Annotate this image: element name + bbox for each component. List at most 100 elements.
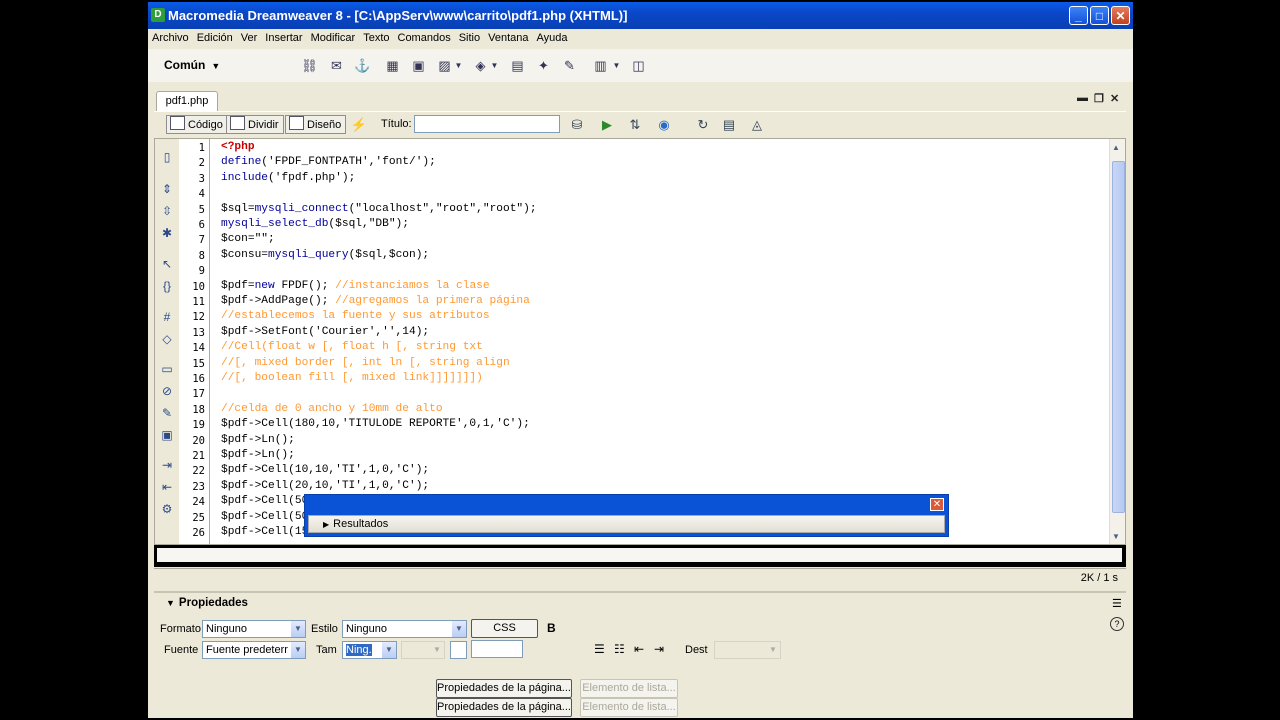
collapse-full-tag-icon[interactable]: ⇕ xyxy=(159,181,175,197)
code-line: $pdf->Cell(50 xyxy=(221,494,308,509)
menu-insertar[interactable]: Insertar xyxy=(261,29,306,44)
split-view-button[interactable]: Dividir xyxy=(226,115,284,134)
scrollbar-thumb[interactable] xyxy=(1112,161,1125,513)
help-icon[interactable]: ? xyxy=(1110,617,1124,631)
comment-icon[interactable]: ✎ xyxy=(561,57,578,74)
preview-browser-icon[interactable]: ◉ xyxy=(655,116,673,134)
open-documents-icon[interactable]: ▯ xyxy=(159,149,175,165)
horizontal-scrollbar[interactable] xyxy=(157,548,1122,562)
line-number: 19 xyxy=(192,419,205,432)
format-select[interactable]: Ninguno ▼ xyxy=(202,620,306,638)
validate-markup-icon[interactable]: ▶ xyxy=(598,116,616,134)
chevron-down-icon: ▼ xyxy=(166,598,175,608)
bold-button[interactable]: B xyxy=(547,621,556,635)
date-icon[interactable]: ▤ xyxy=(509,57,526,74)
file-management-icon[interactable]: ⇅ xyxy=(626,116,644,134)
menu-sitio[interactable]: Sitio xyxy=(455,29,484,44)
chevron-down-icon[interactable]: ▼ xyxy=(608,57,625,74)
close-button[interactable]: ✕ xyxy=(1111,6,1130,25)
scroll-up-icon[interactable]: ▲ xyxy=(1112,143,1120,152)
recent-snippets-icon[interactable]: ▣ xyxy=(159,427,175,443)
check-browser-icon[interactable]: ⛁ xyxy=(568,116,586,134)
text-color-field[interactable] xyxy=(471,640,523,658)
table-icon[interactable]: ▦ xyxy=(384,57,401,74)
unordered-list-icon[interactable]: ☰ xyxy=(594,642,605,656)
remove-comment-icon[interactable]: ⊘ xyxy=(159,383,175,399)
outdent-code-icon[interactable]: ⇤ xyxy=(159,479,175,495)
hyperlink-icon[interactable]: ⛓ xyxy=(301,57,318,74)
live-data-icon[interactable]: ⚡ xyxy=(350,116,368,134)
dest-label: Dest xyxy=(685,644,708,656)
highlight-invalid-code-icon[interactable]: ◇ xyxy=(159,331,175,347)
font-select[interactable]: Fuente predeterr ▼ xyxy=(202,641,306,659)
menu-ayuda[interactable]: Ayuda xyxy=(532,29,571,44)
properties-header[interactable]: ▼ Propiedades xyxy=(166,597,248,609)
vertical-scrollbar[interactable]: ▲ ▼ xyxy=(1109,139,1125,544)
named-anchor-icon[interactable]: ⚓ xyxy=(354,57,371,74)
results-panel-header[interactable]: ▶ Resultados xyxy=(308,515,945,533)
layer-icon[interactable]: ▣ xyxy=(410,57,427,74)
style-select[interactable]: Ninguno ▼ xyxy=(342,620,467,638)
size-select[interactable]: Ning. ▼ xyxy=(342,641,397,659)
font-label: Fuente xyxy=(164,644,199,656)
templates-icon[interactable]: ▥ xyxy=(592,57,609,74)
document-close-icon[interactable]: ✕ xyxy=(1110,92,1119,105)
apply-comment-icon[interactable]: ▭ xyxy=(159,361,175,377)
text-color-picker[interactable] xyxy=(450,641,467,659)
css-button[interactable]: CSS xyxy=(471,619,538,638)
chevron-down-icon: ▼ xyxy=(291,621,305,637)
menu-ver[interactable]: Ver xyxy=(237,29,262,44)
server-side-include-icon[interactable]: ✦ xyxy=(535,57,552,74)
menu-modificar[interactable]: Modificar xyxy=(307,29,360,44)
window-title: Macromedia Dreamweaver 8 - [C:\AppServ\w… xyxy=(168,8,628,23)
wrap-tag-icon[interactable]: ✎ xyxy=(159,405,175,421)
size-label: Tam xyxy=(316,644,337,656)
balance-braces-icon[interactable]: {} xyxy=(159,278,175,294)
code-token: $pdf->AddPage(); xyxy=(221,295,336,307)
chevron-down-icon[interactable]: ▼ xyxy=(450,57,467,74)
code-token: mysqli_connect xyxy=(254,202,349,215)
expand-all-icon[interactable]: ✱ xyxy=(159,225,175,241)
menu-comandos[interactable]: Comandos xyxy=(394,29,455,44)
document-tab[interactable]: pdf1.php xyxy=(156,91,218,111)
visual-aids-icon[interactable]: ◬ xyxy=(748,116,766,134)
minimize-button[interactable]: _ xyxy=(1069,6,1088,25)
view-options-icon[interactable]: ▤ xyxy=(720,116,738,134)
document-restore-icon[interactable]: ❐ xyxy=(1094,92,1104,105)
menu-archivo[interactable]: Archivo xyxy=(148,29,193,44)
design-view-button[interactable]: Diseño xyxy=(285,115,347,134)
outdent-icon[interactable]: ⇤ xyxy=(634,642,644,656)
code-editor[interactable]: ▯ ⇕ ⇳ ✱ ↖ {} # ◇ ▭ ⊘ ✎ ▣ ⇥ ⇤ ⚙ 123456789… xyxy=(154,138,1126,545)
document-minimize-icon[interactable]: ▬ xyxy=(1077,92,1088,104)
chevron-down-icon[interactable]: ▼ xyxy=(486,57,503,74)
line-numbers-icon[interactable]: # xyxy=(159,309,175,325)
email-link-icon[interactable]: ✉ xyxy=(328,57,345,74)
indent-icon[interactable]: ⇥ xyxy=(654,642,664,656)
code-line: $pdf->Cell(20,10,'TI',1,0,'C'); xyxy=(221,479,429,494)
menu-edicion[interactable]: Edición xyxy=(193,29,237,44)
results-close-button[interactable]: ✕ xyxy=(930,498,944,511)
ordered-list-icon[interactable]: ☷ xyxy=(614,642,625,656)
design-view-icon xyxy=(289,116,304,130)
scroll-down-icon[interactable]: ▼ xyxy=(1112,532,1120,541)
insert-category-dropdown[interactable]: Común ▼ xyxy=(164,58,220,72)
select-parent-tag-icon[interactable]: ↖ xyxy=(159,256,175,272)
title-input[interactable] xyxy=(414,115,560,133)
refresh-icon[interactable]: ↻ xyxy=(694,116,712,134)
page-properties-button-2[interactable]: Propiedades de la página... xyxy=(436,698,572,717)
menu-texto[interactable]: Texto xyxy=(359,29,393,44)
size-unit-select: ▼ xyxy=(401,641,445,659)
results-panel-floating[interactable]: ✕ ▶ Resultados xyxy=(304,494,949,537)
maximize-button[interactable]: □ xyxy=(1090,6,1109,25)
format-label: Formato xyxy=(160,623,201,635)
menu-ventana[interactable]: Ventana xyxy=(484,29,532,44)
page-properties-button[interactable]: Propiedades de la página... xyxy=(436,679,572,698)
format-source-code-icon[interactable]: ⚙ xyxy=(159,501,175,517)
code-view-icon xyxy=(170,116,185,130)
collapse-selection-icon[interactable]: ⇳ xyxy=(159,203,175,219)
indent-code-icon[interactable]: ⇥ xyxy=(159,457,175,473)
split-view-label: Dividir xyxy=(248,119,279,131)
panel-options-icon[interactable]: ☰ xyxy=(1112,597,1122,610)
code-view-button[interactable]: Código xyxy=(166,115,228,134)
tag-chooser-icon[interactable]: ◫ xyxy=(630,57,647,74)
